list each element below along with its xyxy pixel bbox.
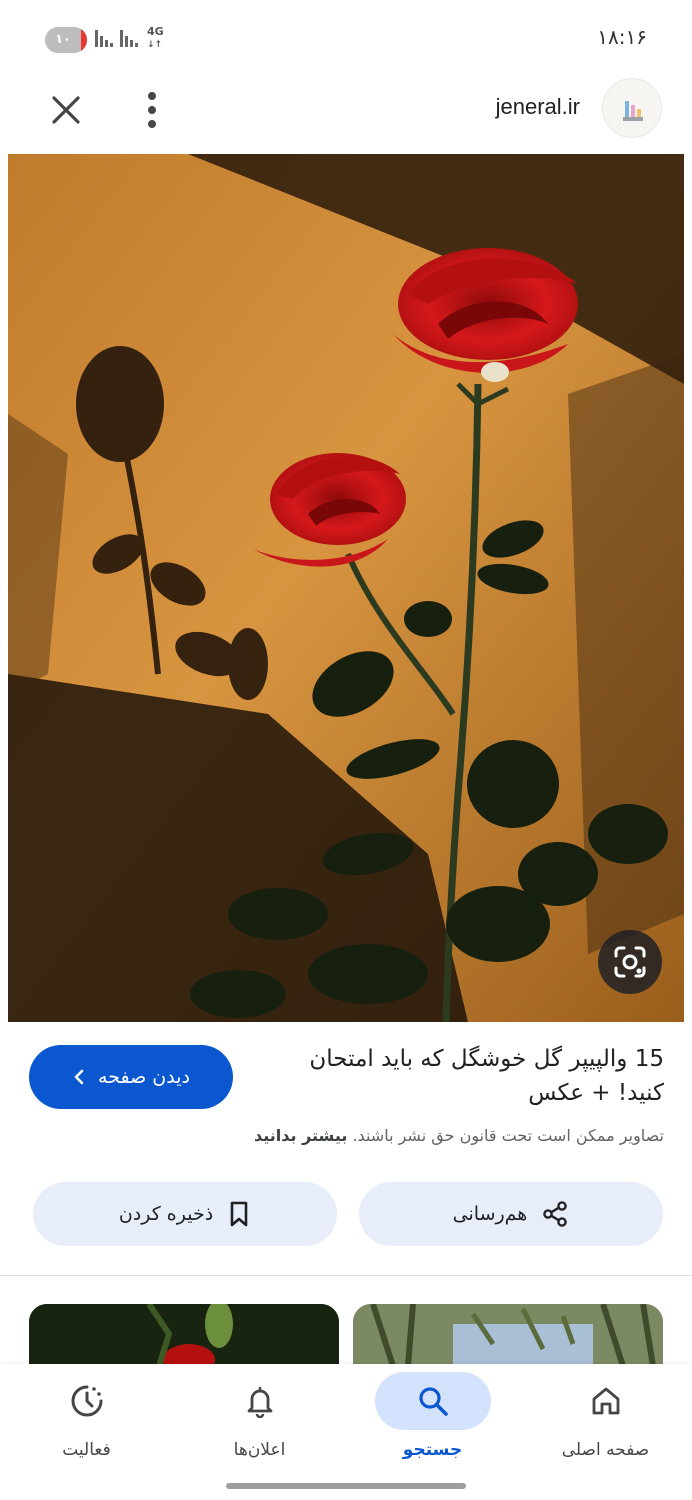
more-vert-icon xyxy=(148,92,156,128)
nav-search-label: جستجو xyxy=(402,1440,463,1460)
battery-indicator: ۱۰ xyxy=(45,27,87,53)
status-bar: ۱۰ 4G ↓↑ ۱۸:۱۶ xyxy=(0,0,692,78)
site-logo-icon xyxy=(603,79,661,137)
clock: ۱۸:۱۶ xyxy=(597,25,647,49)
bell-icon xyxy=(247,1386,272,1418)
rose-wallpaper-image xyxy=(8,154,684,1022)
related-image-thumbnail[interactable] xyxy=(353,1304,663,1366)
bookmark-icon xyxy=(230,1201,248,1227)
signal-icon-2 xyxy=(120,30,138,47)
close-button[interactable] xyxy=(44,88,88,132)
nav-home[interactable]: صفحه اصلی xyxy=(519,1364,692,1474)
activity-icon xyxy=(71,1385,102,1417)
related-image-thumbnail[interactable] xyxy=(29,1304,339,1366)
divider xyxy=(0,1275,692,1276)
save-button[interactable]: ذخیره کردن xyxy=(33,1182,337,1246)
google-lens-icon xyxy=(614,946,646,978)
network-type: 4G ↓↑ xyxy=(147,25,164,51)
share-button[interactable]: هم‌رسانی xyxy=(359,1182,663,1246)
result-title[interactable]: 15 والپیپر گل خوشگل که باید امتحان کنید!… xyxy=(264,1042,664,1110)
visit-page-button[interactable]: دیدن صفحه xyxy=(29,1045,233,1109)
copyright-notice: تصاویر ممکن است تحت قانون حق نشر باشند. … xyxy=(253,1126,664,1145)
nav-home-label: صفحه اصلی xyxy=(561,1440,650,1460)
lens-button[interactable] xyxy=(598,930,662,994)
share-label: هم‌رسانی xyxy=(452,1203,528,1225)
nav-activity-label: فعالیت xyxy=(62,1440,111,1460)
nav-notifications[interactable]: اعلان‌ها xyxy=(173,1364,346,1474)
more-options-button[interactable] xyxy=(134,88,170,132)
save-label: ذخیره کردن xyxy=(118,1203,214,1225)
main-image[interactable] xyxy=(8,154,684,1022)
battery-level: ۱۰ xyxy=(55,32,71,47)
nav-search[interactable]: جستجو xyxy=(346,1364,519,1474)
site-logo[interactable] xyxy=(602,78,662,138)
search-icon xyxy=(418,1387,448,1416)
close-icon xyxy=(52,96,80,124)
home-icon xyxy=(592,1387,619,1415)
site-name[interactable]: jeneral.ir xyxy=(496,94,580,120)
signal-icon xyxy=(95,30,113,47)
nav-activity[interactable]: فعالیت xyxy=(0,1364,173,1474)
nav-notifications-label: اعلان‌ها xyxy=(233,1440,286,1460)
chevron-left-icon xyxy=(74,1069,84,1085)
viewer-header: jeneral.ir xyxy=(0,78,692,144)
visit-page-label: دیدن صفحه xyxy=(98,1066,190,1088)
bottom-navigation: صفحه اصلی جستجو اعلان‌ها xyxy=(0,1364,692,1500)
share-icon xyxy=(543,1201,568,1227)
learn-more-link[interactable]: بیشتر بدانید xyxy=(254,1126,347,1145)
gesture-bar[interactable] xyxy=(226,1483,466,1489)
